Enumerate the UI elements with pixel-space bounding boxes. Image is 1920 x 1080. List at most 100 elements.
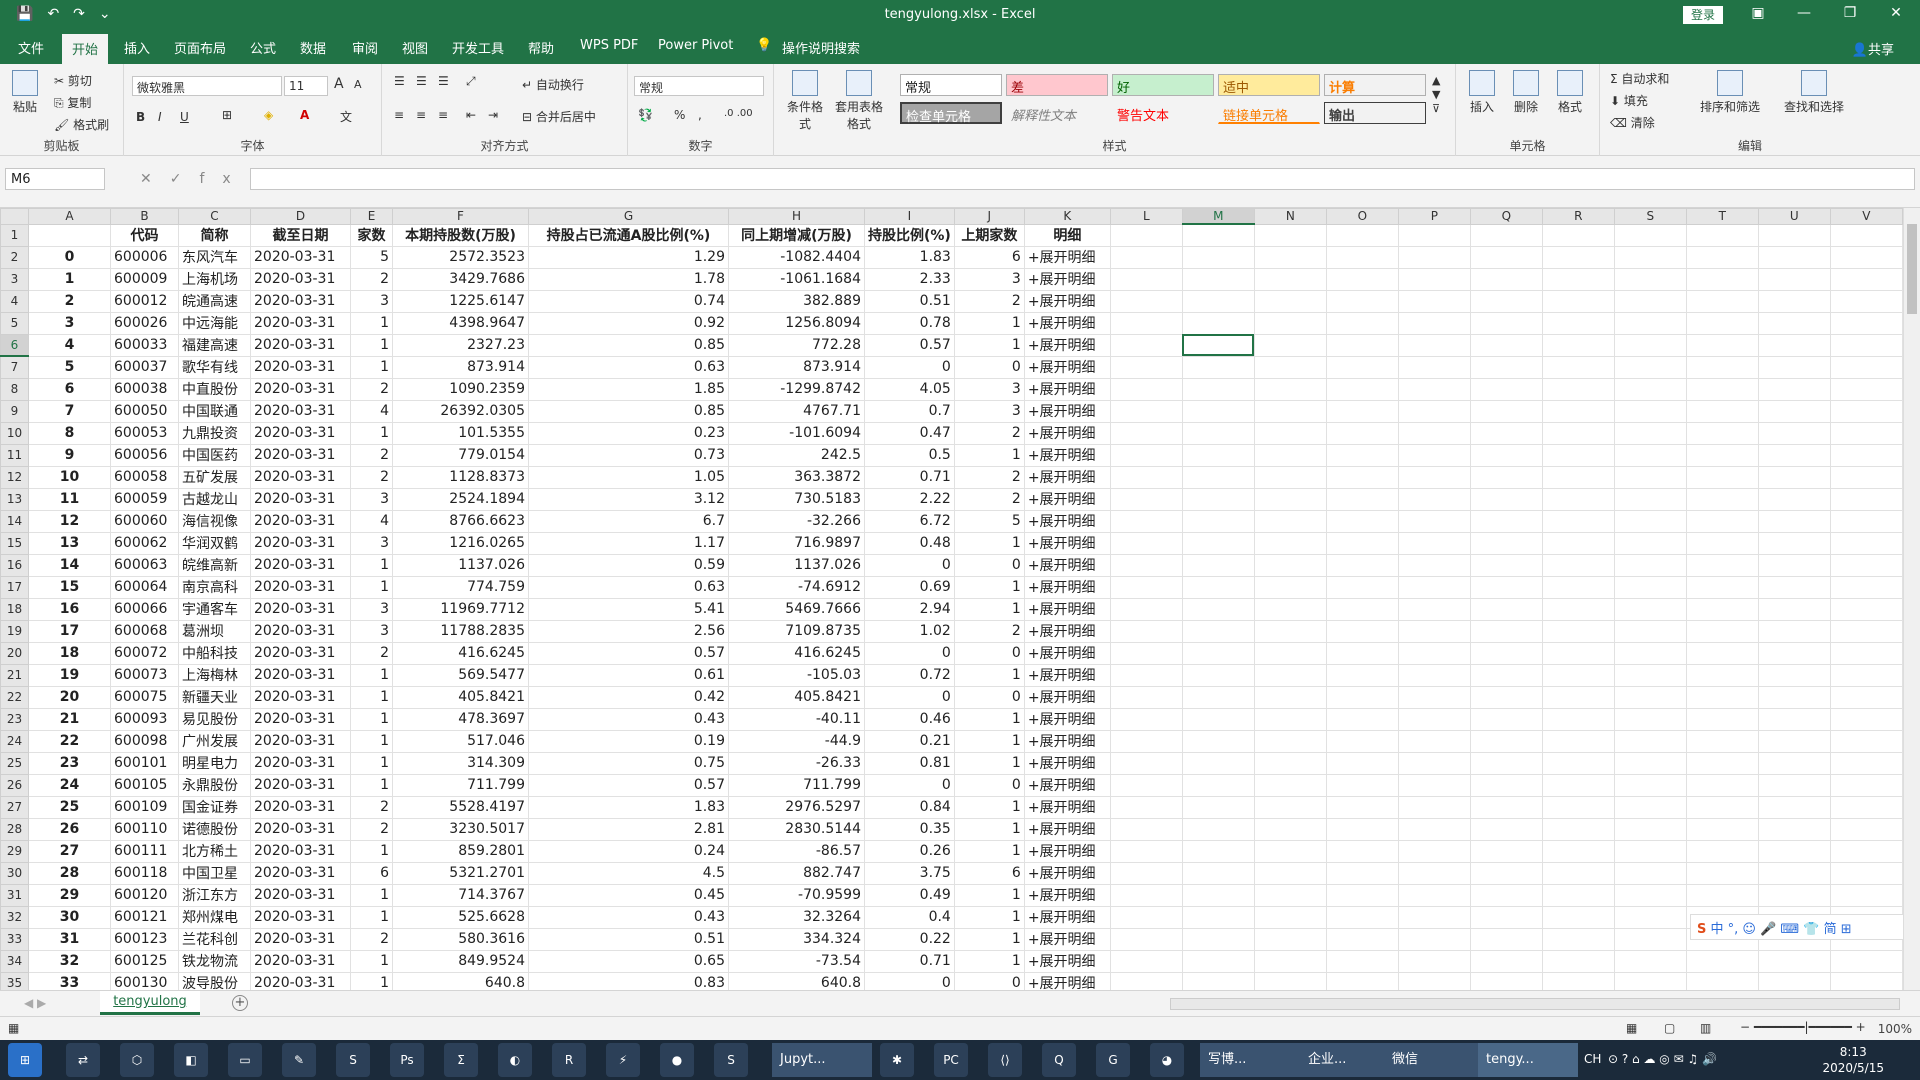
cell-l24[interactable] — [1109, 729, 1183, 753]
row-header[interactable]: 21 — [0, 663, 29, 687]
cell-e26[interactable]: 1 — [350, 773, 393, 797]
cell-b27[interactable]: 600109 — [110, 795, 179, 819]
cell-k33[interactable]: +展开明细 — [1023, 927, 1111, 951]
cell-e22[interactable]: 1 — [350, 685, 393, 709]
cell-r2[interactable] — [1541, 245, 1615, 269]
cell-h6[interactable]: 772.28 — [728, 333, 865, 357]
cell-p29[interactable] — [1397, 839, 1471, 863]
cell-c18[interactable]: 宇通客车 — [178, 597, 251, 621]
cell-g28[interactable]: 2.81 — [528, 817, 729, 841]
cell-i24[interactable]: 0.21 — [864, 729, 955, 753]
column-header-m[interactable]: M — [1181, 208, 1255, 225]
cell-k5[interactable]: +展开明细 — [1023, 311, 1111, 335]
style-good[interactable]: 好 — [1112, 74, 1214, 96]
lightbulb-icon[interactable]: 💡 — [756, 38, 772, 53]
cell-h26[interactable]: 711.799 — [728, 773, 865, 797]
cell-d32[interactable]: 2020-03-31 — [250, 905, 351, 929]
cell-l14[interactable] — [1109, 509, 1183, 533]
cell-m29[interactable] — [1181, 839, 1255, 863]
cell-s31[interactable] — [1613, 883, 1687, 907]
cell-o26[interactable] — [1325, 773, 1399, 797]
cell-n3[interactable] — [1253, 267, 1327, 291]
cell-f14[interactable]: 8766.6623 — [392, 509, 529, 533]
cell-b4[interactable]: 600012 — [110, 289, 179, 313]
cell-s19[interactable] — [1613, 619, 1687, 643]
cell-q35[interactable] — [1469, 971, 1543, 990]
cell-k26[interactable]: +展开明细 — [1023, 773, 1111, 797]
style-check-cell[interactable]: 检查单元格 — [900, 102, 1002, 125]
cell-e12[interactable]: 2 — [350, 465, 393, 489]
cell-a30[interactable]: 28 — [28, 861, 111, 885]
cell-t24[interactable] — [1685, 729, 1759, 753]
cell-m27[interactable] — [1181, 795, 1255, 819]
cell-k28[interactable]: +展开明细 — [1023, 817, 1111, 841]
cell-u17[interactable] — [1757, 575, 1831, 599]
cell-k8[interactable]: +展开明细 — [1023, 377, 1111, 401]
cell-e16[interactable]: 1 — [350, 553, 393, 577]
cell-a6[interactable]: 4 — [28, 333, 111, 357]
cell-k1[interactable]: 明细 — [1023, 223, 1111, 247]
row-header[interactable]: 23 — [0, 707, 29, 731]
cell-q27[interactable] — [1469, 795, 1543, 819]
cell-u22[interactable] — [1757, 685, 1831, 709]
cell-s25[interactable] — [1613, 751, 1687, 775]
cell-p7[interactable] — [1397, 355, 1471, 379]
cell-r21[interactable] — [1541, 663, 1615, 687]
style-warning[interactable]: 警告文本 — [1112, 102, 1214, 124]
cell-u16[interactable] — [1757, 553, 1831, 577]
column-header-p[interactable]: P — [1397, 208, 1471, 225]
cell-d2[interactable]: 2020-03-31 — [250, 245, 351, 269]
cell-d15[interactable]: 2020-03-31 — [250, 531, 351, 555]
cell-v22[interactable] — [1829, 685, 1903, 709]
cell-r17[interactable] — [1541, 575, 1615, 599]
cell-u1[interactable] — [1757, 223, 1831, 247]
cell-j10[interactable]: 2 — [953, 421, 1025, 445]
cell-i17[interactable]: 0.69 — [864, 575, 955, 599]
cell-d9[interactable]: 2020-03-31 — [250, 399, 351, 423]
cell-a19[interactable]: 17 — [28, 619, 111, 643]
cell-g30[interactable]: 4.5 — [528, 861, 729, 885]
font-size-select[interactable]: 11 — [284, 76, 328, 96]
tab-wps-pdf[interactable]: WPS PDF — [580, 38, 638, 53]
cell-t10[interactable] — [1685, 421, 1759, 445]
app-icon[interactable]: S — [336, 1043, 370, 1077]
cell-g3[interactable]: 1.78 — [528, 267, 729, 291]
cell-n8[interactable] — [1253, 377, 1327, 401]
cell-u7[interactable] — [1757, 355, 1831, 379]
cell-l26[interactable] — [1109, 773, 1183, 797]
row-header[interactable]: 16 — [0, 553, 29, 577]
cell-a7[interactable]: 5 — [28, 355, 111, 379]
cell-a21[interactable]: 19 — [28, 663, 111, 687]
cell-o2[interactable] — [1325, 245, 1399, 269]
cell-q20[interactable] — [1469, 641, 1543, 665]
cell-e24[interactable]: 1 — [350, 729, 393, 753]
tab-developer[interactable]: 开发工具 — [452, 38, 504, 57]
cell-j31[interactable]: 1 — [953, 883, 1025, 907]
cell-i16[interactable]: 0 — [864, 553, 955, 577]
cell-f9[interactable]: 26392.0305 — [392, 399, 529, 423]
cell-m4[interactable] — [1181, 289, 1255, 313]
cell-j18[interactable]: 1 — [953, 597, 1025, 621]
cell-l30[interactable] — [1109, 861, 1183, 885]
cell-m31[interactable] — [1181, 883, 1255, 907]
cell-k13[interactable]: +展开明细 — [1023, 487, 1111, 511]
cell-e31[interactable]: 1 — [350, 883, 393, 907]
align-middle-icon[interactable]: ☰ — [416, 74, 427, 88]
cell-c11[interactable]: 中国医药 — [178, 443, 251, 467]
cell-p4[interactable] — [1397, 289, 1471, 313]
cell-o35[interactable] — [1325, 971, 1399, 990]
cell-n9[interactable] — [1253, 399, 1327, 423]
cell-o14[interactable] — [1325, 509, 1399, 533]
align-center-icon[interactable]: ≡ — [416, 108, 426, 122]
cell-i1[interactable]: 持股比例(%) — [864, 223, 955, 247]
grow-font-button[interactable]: A — [334, 76, 344, 92]
cell-r24[interactable] — [1541, 729, 1615, 753]
cell-a12[interactable]: 10 — [28, 465, 111, 489]
cell-c16[interactable]: 皖维高新 — [178, 553, 251, 577]
taskbar-chrome[interactable]: 写博... — [1200, 1043, 1300, 1077]
cell-b17[interactable]: 600064 — [110, 575, 179, 599]
cell-e13[interactable]: 3 — [350, 487, 393, 511]
cell-m22[interactable] — [1181, 685, 1255, 709]
cell-f33[interactable]: 580.3616 — [392, 927, 529, 951]
conditional-format-button[interactable]: 条件格式 — [782, 70, 828, 132]
